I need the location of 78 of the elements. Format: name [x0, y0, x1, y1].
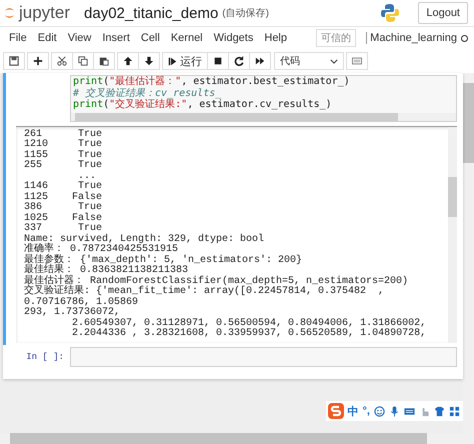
output-line: 1125 False	[24, 192, 104, 202]
cell-type-dropdown[interactable]: 代码	[274, 52, 344, 70]
code-line: print("交叉验证结果:", estimator.cv_results_)	[72, 99, 333, 110]
output-line: 最佳参数： {'max_depth': 5, 'n_estimators': 200}	[24, 256, 304, 266]
paste-button[interactable]	[93, 52, 115, 70]
stop-button[interactable]	[207, 52, 229, 70]
shirt-icon[interactable]	[434, 406, 445, 416]
output-line: 2.2044336 , 3.28321608, 0.33959937, 0.56520589, 1.04890728,	[71, 329, 428, 340]
chevron-down-icon	[330, 58, 338, 64]
restart-icon	[234, 56, 244, 66]
move-down-icon	[144, 56, 154, 66]
code-line: print("最佳估计器：", estimator.best_estimator_)	[72, 76, 351, 88]
ime-logo-icon[interactable]	[328, 403, 344, 419]
menu-item[interactable]: File	[4, 32, 32, 44]
move-up-icon	[123, 56, 133, 66]
keyboard-icon[interactable]	[404, 406, 415, 416]
menu-item[interactable]: View	[62, 32, 96, 44]
save-button[interactable]	[3, 52, 25, 70]
restart-button[interactable]	[228, 52, 250, 70]
grid-icon[interactable]	[449, 406, 460, 416]
output-line: 准确率： 0.7872340425531915	[24, 245, 178, 255]
menu-item[interactable]: Edit	[32, 32, 62, 44]
copy-icon	[78, 56, 88, 66]
bottom-scrollbar[interactable]	[0, 433, 474, 444]
code-input[interactable]: print("最佳估计器：", estimator.best_estimator_) # 交叉验证结果：cv_results_ print("交叉验证结果:", estimator.cv_results_)	[70, 75, 457, 122]
stop-icon	[213, 56, 223, 66]
input-mode-toggle[interactable]: 中	[348, 404, 359, 418]
paste-icon	[99, 56, 109, 66]
move-down-button[interactable]	[138, 52, 160, 70]
autosave-status: (自动保存)	[222, 7, 269, 20]
output-line: 交叉验证结果: {'mean_fit_time': array([0.22457814, 0.375482 , 0.70716786, 1.05869	[24, 287, 384, 308]
step-forward-icon	[168, 56, 177, 66]
output-line: 337 True	[24, 224, 102, 234]
output-line: 386 True	[24, 203, 104, 213]
keyboard-button[interactable]	[346, 52, 368, 70]
cell[interactable]: In [ ]:	[3, 344, 463, 368]
input-prompt: In [ ]:	[26, 352, 64, 364]
fast-forward-icon	[255, 56, 265, 66]
run-button[interactable]: 运行	[162, 52, 208, 70]
logout-button[interactable]: Logout	[418, 2, 468, 24]
add-cell-icon	[33, 56, 43, 66]
output-line: 293, 1.73736072,	[24, 308, 122, 318]
cut-icon	[57, 56, 67, 66]
punctuation-toggle[interactable]: °,	[362, 405, 370, 417]
output-line: 261 True	[24, 130, 104, 140]
save-icon	[9, 56, 19, 66]
horizontal-scrollbar[interactable]	[71, 112, 456, 120]
notebook-title[interactable]: day02_titanic_demo	[84, 4, 218, 22]
cut-button[interactable]	[51, 52, 73, 70]
output-line: 1210 True	[24, 140, 104, 150]
output-line: 最佳结果： 0.8363821138211383	[24, 266, 188, 276]
code-input[interactable]	[70, 346, 457, 366]
copy-button[interactable]	[72, 52, 94, 70]
kernel-name[interactable]: Machine_learning	[366, 32, 457, 44]
menu-item[interactable]: Cell	[136, 32, 165, 44]
move-up-button[interactable]	[117, 52, 139, 70]
menu-item[interactable]: Help	[259, 32, 292, 44]
menu-item[interactable]: Kernel	[166, 32, 208, 44]
output-line: 1155 True	[24, 150, 104, 160]
code-line: # 交叉验证结果：cv_results_	[72, 88, 222, 98]
menu-item[interactable]: Widgets	[208, 32, 258, 44]
python-logo-icon	[380, 3, 400, 23]
output-line: 最佳估计器： RandomForestClassifier(max_depth=5, n_estimators=200)	[24, 276, 410, 286]
output-line: ...	[77, 172, 96, 182]
page-scrollbar[interactable]	[463, 73, 474, 433]
menu-item[interactable]: Insert	[97, 32, 135, 44]
output-line: 1146 True	[24, 182, 104, 192]
trusted-badge[interactable]: 可信的	[316, 29, 356, 47]
fast-forward-button[interactable]	[249, 52, 271, 70]
output-line: 1025 False	[24, 214, 104, 224]
output-line: 2.60549307, 0.31128971, 0.56500594, 0.80494006, 1.31866002,	[71, 318, 428, 328]
logo-text: jupyter	[19, 3, 70, 23]
vertical-scrollbar[interactable]	[448, 126, 457, 342]
output-line: 255 True	[24, 161, 104, 172]
add-cell-button[interactable]	[27, 52, 49, 70]
microphone-icon[interactable]	[389, 406, 400, 416]
smiley-icon[interactable]	[374, 406, 385, 416]
keyboard-icon	[352, 56, 362, 66]
